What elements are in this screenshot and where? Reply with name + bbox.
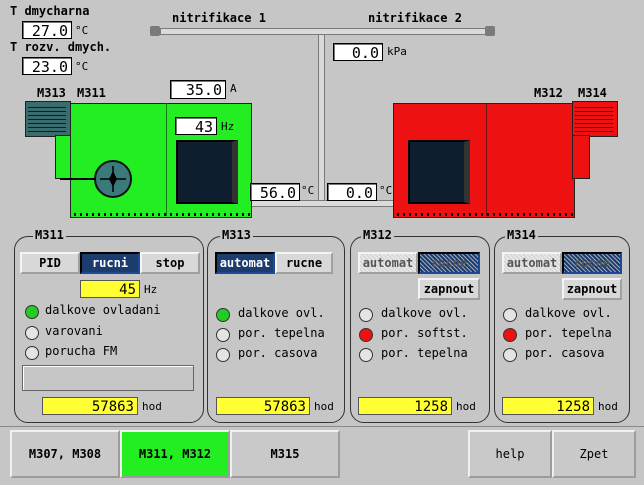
m312-machine-label: M312 [534, 86, 563, 100]
m314-automat-button[interactable]: automat [502, 252, 562, 274]
t-dmycharna-label: T dmycharna [10, 4, 90, 18]
m312-automat-button[interactable]: automat [358, 252, 418, 274]
m313-status-2: por. tepelna [238, 326, 325, 340]
m311-machine-label: M311 [77, 86, 106, 100]
m314-status-3: por. casova [525, 346, 605, 360]
nitrifikace-1-label: nitrifikace 1 [172, 11, 266, 25]
m312-body-divider [486, 103, 487, 216]
m314-status-led-3 [503, 348, 517, 362]
m311-status-3: porucha FM [45, 344, 118, 358]
m311-status-led-1 [25, 305, 39, 319]
main-pipe-vertical [318, 34, 325, 206]
m313-automat-button[interactable]: automat [215, 252, 275, 274]
m313-hours-unit: hod [314, 400, 334, 413]
nav-m315-button[interactable]: M315 [230, 430, 340, 478]
m311-base [74, 213, 250, 216]
m313-rucne-button[interactable]: rucne [275, 252, 333, 274]
pid-button[interactable]: PID [20, 252, 80, 274]
m314-hours-unit: hod [598, 400, 618, 413]
m311-status-1: dalkove ovladani [45, 303, 161, 317]
m312-status-led-2 [359, 328, 373, 342]
setpoint-input[interactable]: 45 [80, 280, 140, 298]
m312-status-2: por. softst. [381, 326, 468, 340]
m312-status-1: dalkove ovl. [381, 306, 468, 320]
m311-hours-value: 57863 [42, 397, 138, 415]
m314-panel-title: M314 [505, 228, 538, 242]
t-dmycharna-unit: °C [75, 24, 89, 37]
current-value: 35.0 [170, 80, 226, 99]
m311-shaft-line [60, 178, 96, 180]
pipe-flange-left [150, 26, 160, 36]
m312-base [397, 213, 573, 216]
m314-status-2: por. tepelna [525, 326, 612, 340]
m311-status-led-2 [25, 326, 39, 340]
m311-hours-unit: hod [142, 400, 162, 413]
left-outlet-temp-unit: °C [301, 184, 315, 197]
m311-status-2: varovani [45, 324, 103, 338]
m313-status-led-2 [216, 328, 230, 342]
nav-spacer [340, 430, 468, 478]
m314-status-1: dalkove ovl. [525, 306, 612, 320]
m311-message-box [22, 365, 194, 391]
m312-zapnout-button[interactable]: zapnout [418, 278, 480, 300]
m314-machine-label: M314 [578, 86, 607, 100]
m313-fan-grill [28, 104, 66, 132]
m311-panel-title: M311 [33, 228, 66, 242]
nav-m311-m312-button[interactable]: M311, M312 [120, 430, 230, 478]
pressure-unit: kPa [387, 45, 407, 58]
m312-panel-title: M312 [361, 228, 394, 242]
nitrifikace-2-label: nitrifikace 2 [368, 11, 462, 25]
t-rozv-label: T rozv. dmych. [10, 40, 112, 54]
setpoint-unit: Hz [144, 283, 158, 296]
m313-hours-value: 57863 [216, 397, 310, 415]
rucni-button[interactable]: rucni [80, 252, 140, 274]
m311-panel: M311 PID rucni stop 45 Hz dalkove ovlada… [14, 228, 204, 423]
m313-panel: M313 automat rucne dalkove ovl. por. tep… [207, 228, 345, 423]
m313-status-3: por. casova [238, 346, 318, 360]
m311-fan-icon [94, 160, 132, 198]
m314-status-led-1 [503, 308, 517, 322]
freq-unit: Hz [221, 120, 235, 133]
left-outlet-temp-value: 56.0 [250, 183, 300, 202]
m314-zapnout-button[interactable]: zapnout [562, 278, 622, 300]
t-rozv-value: 23.0 [22, 57, 72, 76]
freq-value: 43 [175, 117, 217, 136]
m312-status-led-1 [359, 308, 373, 322]
m312-motor-window [408, 140, 470, 204]
m314-status-led-2 [503, 328, 517, 342]
m314-rucne-button[interactable]: rucne [562, 252, 622, 274]
pressure-value: 0.0 [333, 43, 383, 62]
m311-motor-window [176, 140, 238, 204]
m314-hours-value: 1258 [502, 397, 594, 415]
nav-m307-m308-button[interactable]: M307, M308 [10, 430, 120, 478]
right-outlet-temp-unit: °C [379, 184, 393, 197]
m312-status-3: por. tepelna [381, 346, 468, 360]
m311-body-divider [166, 103, 167, 216]
right-outlet-temp-value: 0.0 [327, 183, 377, 202]
m313-status-led-1 [216, 308, 230, 322]
help-button[interactable]: help [468, 430, 552, 478]
m312-hours-unit: hod [456, 400, 476, 413]
m313-status-led-3 [216, 348, 230, 362]
m312-status-led-3 [359, 348, 373, 362]
m313-machine-label: M313 [37, 86, 66, 100]
nav-divider [0, 426, 644, 427]
m314-panel: M314 automat rucne zapnout dalkove ovl. … [494, 228, 630, 423]
m314-fan-grill [575, 104, 613, 132]
zpet-button[interactable]: Zpet [552, 430, 636, 478]
m312-rucne-button[interactable]: rucne [418, 252, 480, 274]
m314-side-box [572, 135, 590, 179]
t-dmycharna-value: 27.0 [22, 21, 72, 40]
current-unit: A [230, 82, 237, 95]
m311-status-led-3 [25, 346, 39, 360]
pipe-flange-right [485, 26, 495, 36]
m313-status-1: dalkove ovl. [238, 306, 325, 320]
m313-panel-title: M313 [220, 228, 253, 242]
t-rozv-unit: °C [75, 60, 89, 73]
stop-button[interactable]: stop [140, 252, 200, 274]
m312-hours-value: 1258 [358, 397, 452, 415]
m312-panel: M312 automat rucne zapnout dalkove ovl. … [350, 228, 490, 423]
